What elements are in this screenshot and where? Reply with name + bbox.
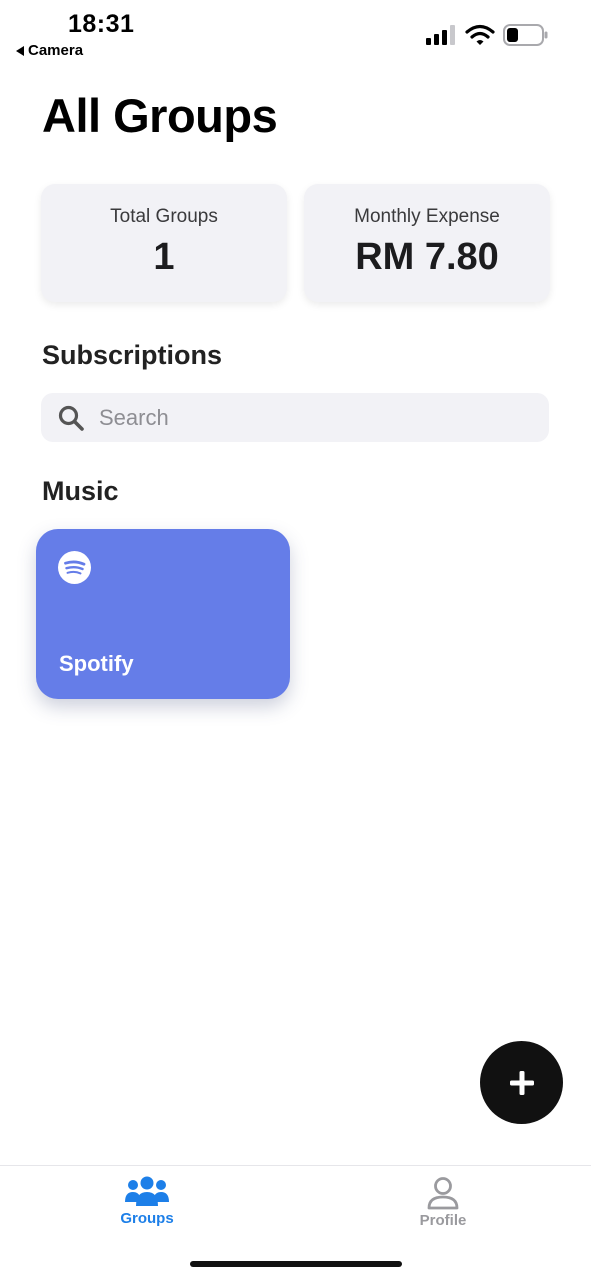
category-heading-music: Music [42,476,119,506]
battery-icon [503,24,548,46]
back-to-camera-link[interactable]: Camera [16,42,83,59]
total-groups-label: Total Groups [110,206,218,227]
status-time: 18:31 [68,10,135,38]
profile-icon [427,1177,459,1210]
tab-profile[interactable]: Profile [383,1176,503,1229]
monthly-expense-card: Monthly Expense RM 7.80 [304,184,550,302]
subscriptions-heading: Subscriptions [42,340,223,370]
total-groups-value: 1 [153,236,175,278]
monthly-expense-label: Monthly Expense [354,206,500,227]
add-group-button[interactable] [480,1041,563,1124]
back-arrow-icon [16,45,24,56]
group-card-name: Spotify [59,651,134,676]
search-icon [57,404,85,432]
tab-groups[interactable]: Groups [87,1176,207,1227]
groups-icon [125,1176,169,1206]
home-indicator [190,1261,402,1267]
tab-profile-label: Profile [419,1212,467,1229]
monthly-expense-value: RM 7.80 [355,236,499,278]
total-groups-card: Total Groups 1 [41,184,287,302]
page-title: All Groups [42,89,278,142]
wifi-icon [465,24,495,45]
plus-icon [509,1070,534,1095]
tab-groups-label: Groups [120,1210,174,1227]
search-input[interactable] [97,403,521,432]
search-bar[interactable] [41,393,549,442]
signal-icon [426,25,455,45]
spotify-icon [58,551,91,584]
back-label: Camera [28,42,84,59]
group-card-spotify[interactable]: Spotify [36,529,290,699]
